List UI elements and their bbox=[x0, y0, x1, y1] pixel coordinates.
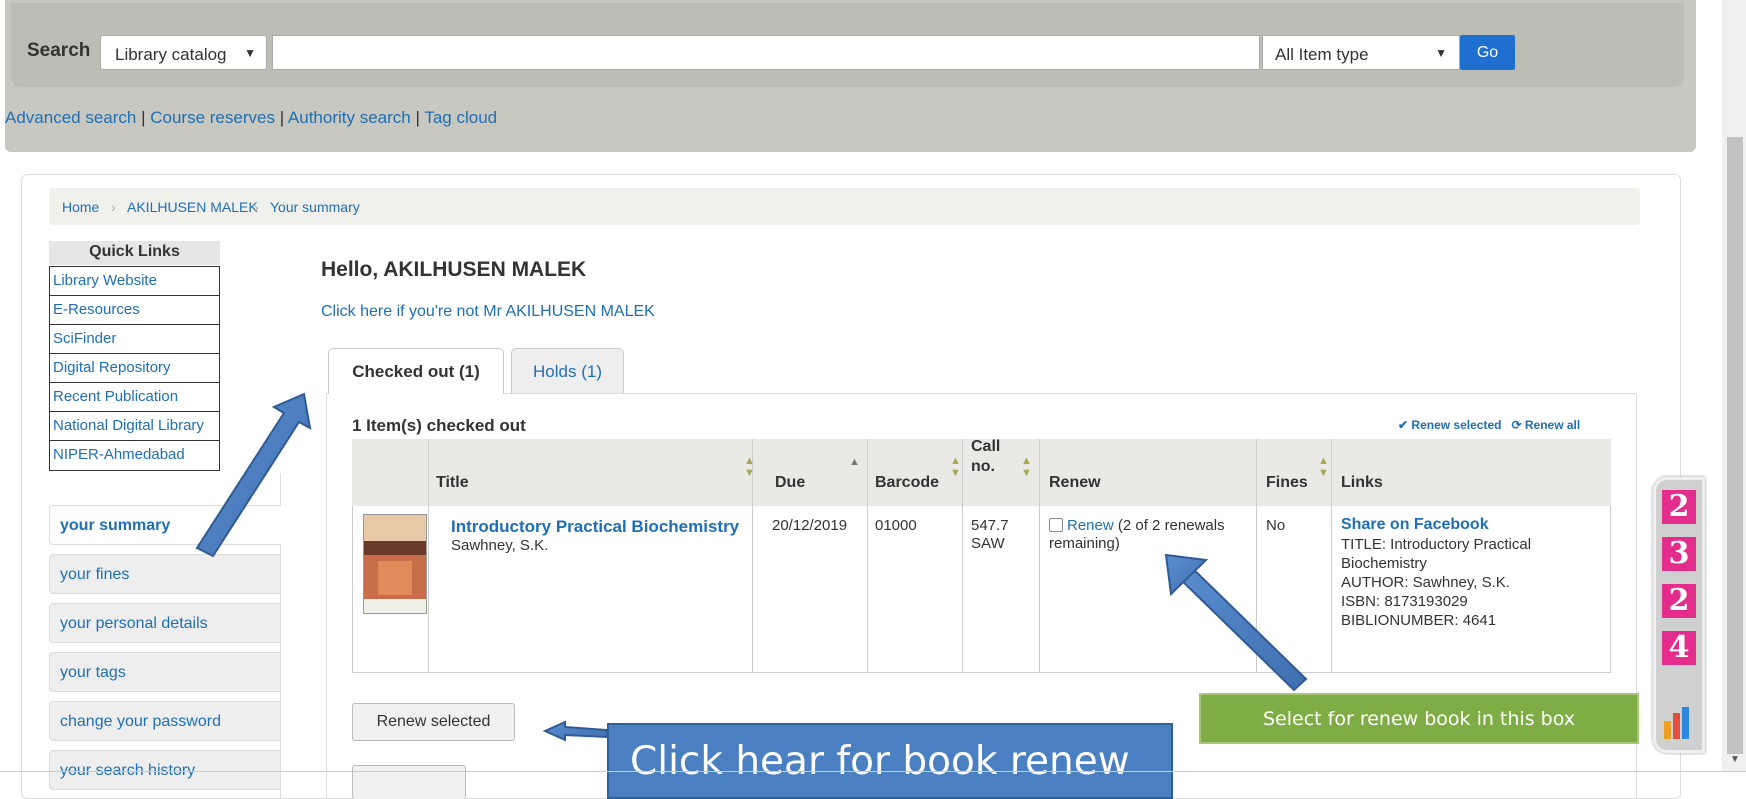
sort-icon[interactable]: ▲ ▼ bbox=[1318, 455, 1329, 479]
links-biblionumber: BIBLIONUMBER: 4641 bbox=[1341, 612, 1497, 629]
user-menu: your summary your fines your personal de… bbox=[49, 505, 281, 799]
dropdown-arrow-icon: ▼ bbox=[244, 46, 256, 60]
quick-link-digital-repository[interactable]: Digital Repository bbox=[50, 354, 219, 383]
masthead-links: Advanced search | Course reserves | Auth… bbox=[5, 108, 498, 127]
sort-icon[interactable]: ▲ ▼ bbox=[1021, 455, 1032, 479]
renew-selected-link[interactable]: Renew selected bbox=[1411, 418, 1501, 432]
column-header-links: Links bbox=[1341, 474, 1383, 491]
tag-cloud-link[interactable]: Tag cloud bbox=[424, 108, 497, 127]
dropdown-arrow-icon: ▼ bbox=[1435, 46, 1447, 60]
scroll-down-icon[interactable]: ▼ bbox=[1730, 754, 1740, 765]
call-number-line-2: SAW bbox=[971, 535, 1005, 552]
authority-search-link[interactable]: Authority search bbox=[288, 108, 411, 127]
quick-link-e-resources[interactable]: E-Resources bbox=[50, 296, 219, 325]
user-menu-summary[interactable]: your summary bbox=[49, 505, 281, 545]
links-isbn: ISBN: 8173193029 bbox=[1341, 593, 1468, 610]
sort-icon[interactable]: ▲ ▼ bbox=[744, 455, 755, 479]
barcode-value: 01000 bbox=[875, 517, 917, 534]
tab-holds[interactable]: Holds (1) bbox=[511, 348, 624, 393]
breadcrumb-home[interactable]: Home bbox=[62, 199, 99, 215]
renew-selected-button[interactable]: Renew selected bbox=[352, 703, 515, 741]
due-date: 20/12/2019 bbox=[772, 517, 848, 534]
links-title-cont: Biochemistry bbox=[1341, 555, 1427, 572]
column-header-due[interactable]: Due bbox=[775, 474, 805, 492]
call-number-line-1: 547.7 bbox=[971, 517, 1009, 534]
quick-link-scifinder[interactable]: SciFinder bbox=[50, 325, 219, 354]
quick-link-national-digital-library[interactable]: National Digital Library bbox=[50, 412, 219, 441]
not-me-link[interactable]: Click here if you're not Mr AKILHUSEN MA… bbox=[321, 303, 655, 321]
links-title: TITLE: Introductory Practical bbox=[1341, 536, 1532, 553]
bar-chart-icon bbox=[1664, 707, 1689, 739]
search-input[interactable] bbox=[272, 35, 1260, 70]
column-header-renew: Renew bbox=[1049, 474, 1101, 491]
renewals-remaining-2: remaining) bbox=[1049, 535, 1120, 552]
quick-links-box: Library Website E-Resources SciFinder Di… bbox=[49, 266, 220, 471]
user-menu-tags[interactable]: your tags bbox=[49, 652, 281, 692]
widget-digit-1: 2 bbox=[1662, 490, 1696, 524]
column-header-fines[interactable]: Fines bbox=[1266, 474, 1308, 492]
search-label: Search bbox=[27, 40, 91, 61]
breadcrumb-current[interactable]: Your summary bbox=[270, 199, 360, 215]
item-type-select[interactable]: All Item type ▼ bbox=[1262, 35, 1460, 70]
user-menu-change-password[interactable]: change your password bbox=[49, 701, 281, 741]
fines-value: No bbox=[1266, 517, 1286, 534]
go-button[interactable]: Go bbox=[1460, 35, 1515, 70]
user-menu-personal-details[interactable]: your personal details bbox=[49, 603, 281, 643]
renew-checkbox[interactable] bbox=[1049, 518, 1063, 532]
book-title-link[interactable]: Introductory Practical Biochemistry bbox=[451, 517, 739, 537]
breadcrumb: Home › AKILHUSEN MALEK › Your summary bbox=[49, 188, 1640, 225]
renew-hint-callout: Click hear for book renew bbox=[607, 723, 1173, 799]
renewals-remaining-1: (2 of 2 renewals bbox=[1117, 517, 1225, 534]
scrollbar-thumb[interactable] bbox=[1727, 137, 1743, 754]
catalog-select[interactable]: Library catalog ▼ bbox=[100, 35, 267, 70]
item-type-select-value: All Item type bbox=[1275, 45, 1369, 64]
catalog-select-value: Library catalog bbox=[115, 45, 227, 64]
user-menu-search-history[interactable]: your search history bbox=[49, 750, 281, 790]
widget-digit-4: 4 bbox=[1662, 631, 1696, 665]
renew-cell: Renew (2 of 2 renewals bbox=[1049, 517, 1225, 535]
checked-out-count: 1 Item(s) checked out bbox=[352, 416, 526, 435]
renew-links: ✔ Renew selected ⟳ Renew all bbox=[1398, 418, 1580, 432]
share-facebook-link[interactable]: Share on Facebook bbox=[1341, 516, 1489, 534]
tab-checked-out[interactable]: Checked out (1) bbox=[328, 348, 504, 394]
renew-all-link[interactable]: Renew all bbox=[1525, 418, 1580, 432]
viewport-bottom-edge bbox=[0, 771, 1746, 772]
renew-all-icon: ⟳ bbox=[1511, 418, 1522, 432]
check-icon: ✔ bbox=[1398, 418, 1409, 432]
page-title: Hello, AKILHUSEN MALEK bbox=[321, 258, 587, 281]
widget-digit-3: 2 bbox=[1662, 584, 1696, 618]
sort-ascending-icon[interactable]: ▲ bbox=[849, 456, 860, 468]
select-hint-callout: Select for renew book in this box bbox=[1199, 693, 1639, 744]
sort-icon[interactable]: ▲ ▼ bbox=[950, 455, 961, 479]
breadcrumb-separator-icon: › bbox=[254, 199, 259, 215]
quick-link-niper-ahmedabad[interactable]: NIPER-Ahmedabad bbox=[50, 441, 219, 470]
links-author: AUTHOR: Sawhney, S.K. bbox=[1341, 574, 1510, 591]
book-cover-thumbnail[interactable] bbox=[363, 514, 427, 614]
user-menu-fines[interactable]: your fines bbox=[49, 554, 281, 594]
quick-link-recent-publication[interactable]: Recent Publication bbox=[50, 383, 219, 412]
breadcrumb-user[interactable]: AKILHUSEN MALEK bbox=[127, 199, 258, 215]
quick-links-title: Quick Links bbox=[49, 241, 220, 265]
column-header-title[interactable]: Title bbox=[436, 474, 469, 492]
widget-digit-2: 3 bbox=[1662, 537, 1696, 571]
column-header-call-no[interactable]: Call no. bbox=[971, 437, 1007, 477]
course-reserves-link[interactable]: Course reserves bbox=[150, 108, 275, 127]
quick-link-library-website[interactable]: Library Website bbox=[50, 267, 219, 296]
advanced-search-link[interactable]: Advanced search bbox=[5, 108, 136, 127]
renew-link[interactable]: Renew bbox=[1067, 517, 1114, 534]
breadcrumb-separator-icon: › bbox=[111, 199, 116, 215]
column-header-barcode[interactable]: Barcode bbox=[875, 474, 939, 492]
book-author: Sawhney, S.K. bbox=[451, 537, 549, 554]
